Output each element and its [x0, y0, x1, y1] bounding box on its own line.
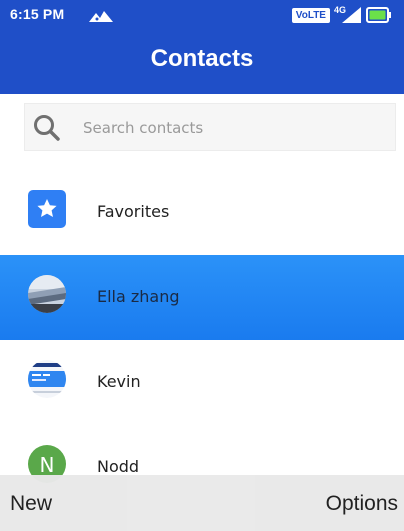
softkey-bar: New Options [0, 475, 404, 531]
page-title: Contacts [150, 45, 254, 72]
volte-badge: VoLTE [291, 7, 330, 23]
search-placeholder: Search contacts [83, 119, 204, 137]
new-button[interactable]: New [10, 492, 52, 516]
search-input[interactable]: Search contacts [24, 103, 396, 151]
star-icon [37, 199, 57, 217]
search-icon [34, 115, 60, 141]
contact-list: Favorites Ella zhang Kevin N Nodd [0, 170, 404, 510]
list-item-kevin[interactable]: Kevin [0, 340, 404, 425]
avatar [28, 360, 66, 398]
list-item-favorites[interactable]: Favorites [0, 170, 404, 255]
battery-icon [366, 7, 391, 23]
status-icons: VoLTE 4G [291, 5, 392, 25]
list-item-label: Kevin [97, 372, 141, 391]
list-item-label: Ella zhang [97, 287, 180, 306]
app-header: 6:15 PM VoLTE 4G Contacts [0, 0, 404, 94]
options-button[interactable]: Options [326, 492, 398, 516]
favorites-badge [28, 190, 66, 228]
notification-icon [89, 11, 113, 22]
list-item-ella-zhang[interactable]: Ella zhang [0, 255, 404, 340]
avatar [28, 275, 66, 313]
network-type-label: 4G [333, 5, 346, 15]
list-item-label: Favorites [97, 202, 170, 221]
status-bar: 6:15 PM VoLTE 4G [0, 0, 404, 30]
list-item-label: Nodd [97, 457, 140, 476]
status-time: 6:15 PM [10, 6, 65, 22]
